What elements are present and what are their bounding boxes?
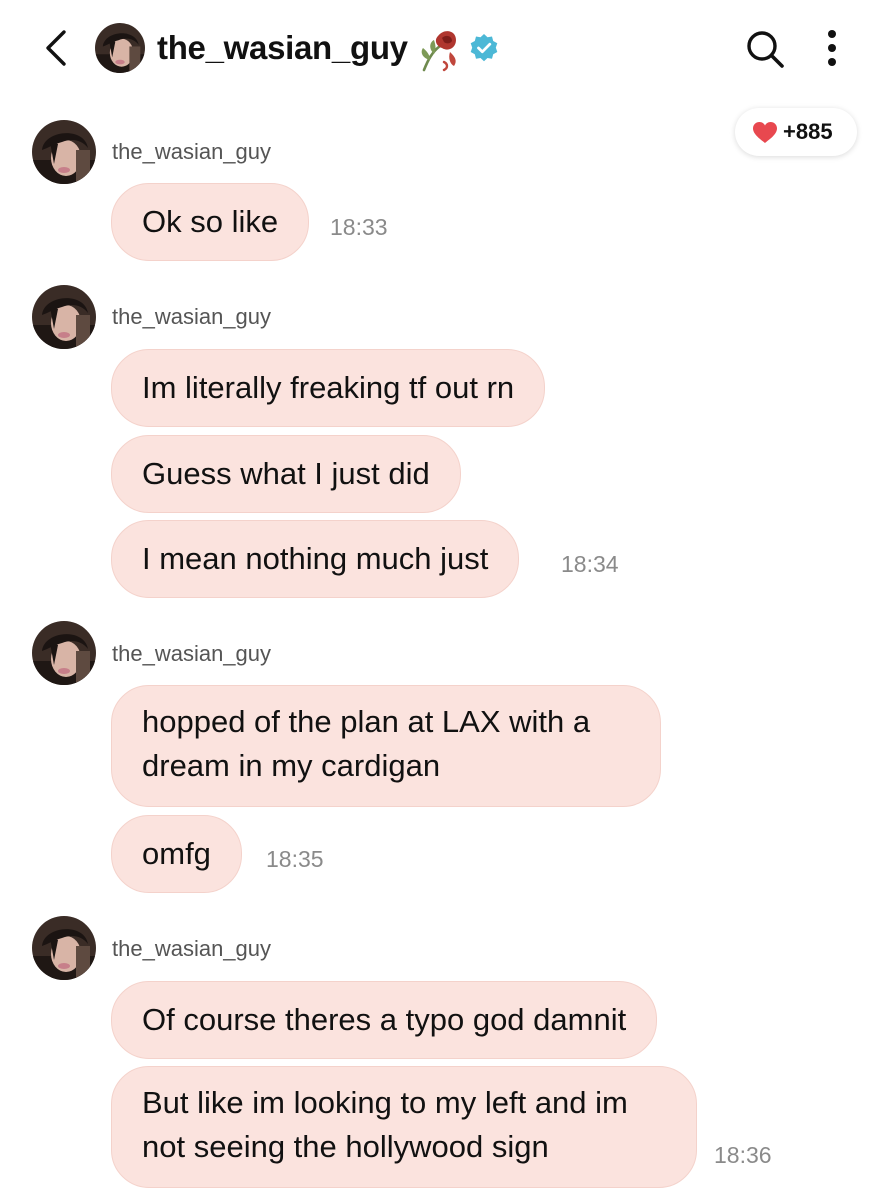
heart-icon: [753, 122, 777, 143]
message-bubble[interactable]: I mean nothing much just: [111, 520, 520, 598]
sender-name: the_wasian_guy: [112, 304, 272, 329]
verified-badge-icon: [469, 33, 499, 63]
chevron-left-icon: [46, 30, 66, 66]
more-vertical-icon: [828, 30, 836, 66]
message-timestamp: 18:34: [561, 551, 619, 577]
message-timestamp: 18:35: [266, 846, 324, 872]
message-bubble[interactable]: But like im looking to my left and im no…: [111, 1066, 697, 1188]
message-bubble[interactable]: Of course theres a typo god damnit: [111, 981, 658, 1059]
message-timestamp: 18:36: [714, 1142, 772, 1168]
message-bubble[interactable]: hopped of the plan at LAX with a dream i…: [111, 685, 661, 807]
sender-avatar[interactable]: [32, 285, 96, 349]
sender-avatar[interactable]: [32, 916, 96, 980]
header-avatar[interactable]: [95, 23, 145, 73]
sender-name: the_wasian_guy: [112, 936, 272, 961]
message-bubble[interactable]: Im literally freaking tf out rn: [111, 349, 546, 427]
message-bubble[interactable]: Ok so like: [111, 183, 310, 261]
message-bubble[interactable]: Guess what I just did: [111, 435, 461, 513]
back-button[interactable]: [36, 26, 76, 70]
message-timestamp: 18:33: [330, 214, 388, 240]
message-bubble[interactable]: omfg: [111, 815, 242, 893]
sender-avatar[interactable]: [32, 621, 96, 685]
header-username[interactable]: the_wasian_guy: [157, 28, 408, 68]
search-icon: [747, 31, 784, 68]
chat-header: the_wasian_guy: [0, 0, 877, 100]
reaction-badge[interactable]: +885: [735, 108, 857, 156]
sender-name: the_wasian_guy: [112, 139, 272, 164]
sender-avatar[interactable]: [32, 120, 96, 184]
search-button[interactable]: [744, 28, 786, 70]
reaction-count: +885: [783, 119, 833, 144]
wilted-rose-icon: [414, 26, 462, 72]
sender-name: the_wasian_guy: [112, 641, 272, 666]
more-options-button[interactable]: [818, 26, 846, 72]
